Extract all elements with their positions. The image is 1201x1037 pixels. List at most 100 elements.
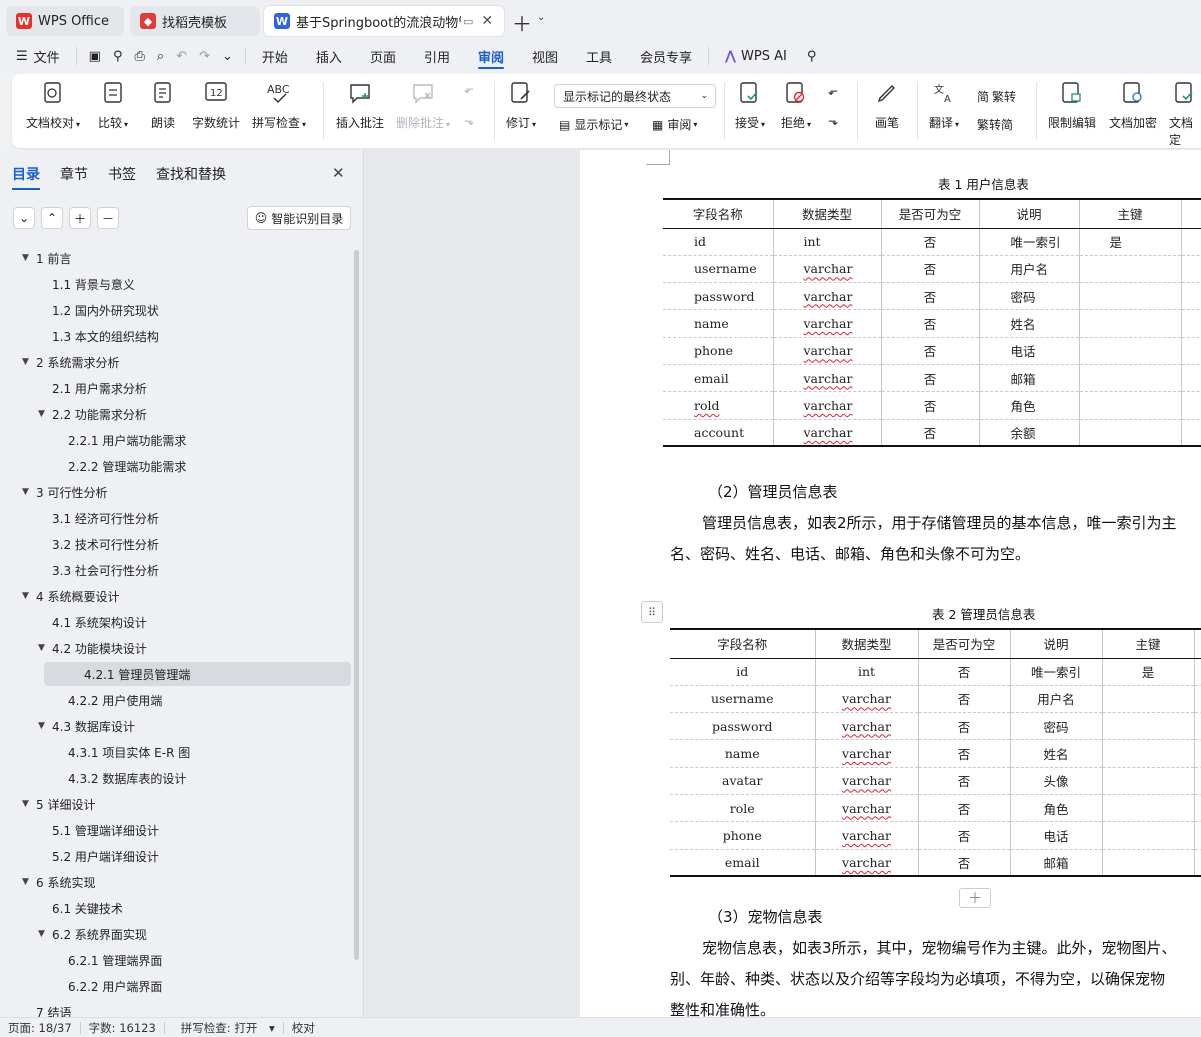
next-comment-icon[interactable]: ⬎ <box>464 114 474 128</box>
undo-icon[interactable]: ↶ <box>170 40 193 72</box>
proofread-indicator[interactable]: 校对 <box>284 1020 323 1036</box>
table-cell[interactable]: int <box>772 228 881 256</box>
expand-up-icon[interactable]: ⌃ <box>41 207 63 229</box>
toc-item[interactable]: ▼ 5 详细设计 <box>0 792 350 816</box>
table-cell[interactable]: password <box>670 712 815 741</box>
to-traditional-button[interactable]: 简 繁转 <box>977 88 1016 105</box>
table-cell[interactable]: 否 <box>880 364 979 393</box>
toc-item[interactable]: ▼ 2 系统需求分析 <box>0 350 350 374</box>
restrict-edit-button[interactable]: 限制编辑 <box>1048 80 1096 131</box>
table-cell[interactable]: 否 <box>917 849 1010 878</box>
insert-comment-button[interactable]: 插入批注 <box>336 80 384 131</box>
menu-review[interactable]: 审阅 <box>468 40 514 72</box>
spell-check-indicator[interactable]: 拼写检查: 打开 ▾ <box>165 1020 283 1036</box>
menu-view[interactable]: 视图 <box>522 40 568 72</box>
table-cell-empty[interactable] <box>1193 821 1201 850</box>
table-cell[interactable]: email <box>670 849 815 878</box>
more-chevron-icon[interactable]: ⌄ <box>216 40 239 72</box>
file-menu[interactable]: ☰ 文件 <box>0 40 70 72</box>
toc-item[interactable]: 5.1 管理端详细设计 <box>0 818 350 842</box>
wps-ai-button[interactable]: ⋀ WPS AI <box>715 40 797 72</box>
word-count-indicator[interactable]: 字数: 16123 <box>81 1020 164 1036</box>
toc-item[interactable]: 4.2.2 用户使用端 <box>0 688 350 712</box>
expand-triangle-icon[interactable]: ▼ <box>22 591 36 601</box>
toc-item[interactable]: 1.2 国内外研究现状 <box>0 298 350 322</box>
table-cell[interactable]: 电话 <box>1009 821 1102 850</box>
expand-triangle-icon[interactable]: ▼ <box>22 357 36 367</box>
encrypt-button[interactable]: 文档加密 <box>1109 80 1157 131</box>
table-cell[interactable]: 否 <box>917 685 1010 714</box>
table-cell[interactable]: varchar <box>772 255 881 284</box>
display-mode-select[interactable]: 显示标记的最终状态 ⌄ <box>554 84 716 108</box>
translate-button[interactable]: 文A 翻译 ▾ <box>929 80 959 131</box>
table-cell[interactable]: id <box>670 658 815 686</box>
toc-item[interactable]: 3.3 社会可行性分析 <box>0 558 350 582</box>
doc-check-button[interactable]: 文档校对 ▾ <box>26 80 80 131</box>
table-cell[interactable]: 头像 <box>1009 767 1102 795</box>
table-cell[interactable]: 密码 <box>1009 712 1102 741</box>
next-change-icon[interactable]: ⬎ <box>828 114 838 128</box>
tab-find-replace[interactable]: 查找和替换 <box>156 164 226 184</box>
new-tab-button[interactable]: ＋ <box>512 8 532 37</box>
add-row-button[interactable]: ＋ <box>959 888 991 908</box>
toc-item[interactable]: 2.2.1 用户端功能需求 <box>0 428 350 452</box>
table-cell[interactable] <box>1101 739 1194 768</box>
toc-item[interactable]: 6.1 关键技术 <box>0 896 350 920</box>
table-cell-empty[interactable] <box>1180 419 1201 448</box>
table-cell[interactable]: 邮箱 <box>978 364 1079 393</box>
table-cell[interactable] <box>1078 364 1181 393</box>
table-cell[interactable] <box>1101 849 1194 878</box>
toc-item[interactable]: 4.3.2 数据库表的设计 <box>0 766 350 790</box>
share-icon[interactable]: ⚲ <box>107 40 129 72</box>
table-cell[interactable]: 密码 <box>978 282 1079 311</box>
table-cell[interactable]: 否 <box>917 658 1010 686</box>
expand-triangle-icon[interactable]: ▼ <box>38 643 52 653</box>
compare-button[interactable]: 比较 ▾ <box>98 80 128 131</box>
spell-check-button[interactable]: ABC 拼写检查 ▾ <box>252 80 306 131</box>
revise-button[interactable]: 修订 ▾ <box>506 80 536 131</box>
table-cell[interactable]: 否 <box>917 712 1010 741</box>
toc-item[interactable]: ▼ 6 系统实现 <box>0 870 350 894</box>
delete-comment-button[interactable]: 删除批注 ▾ <box>396 80 450 131</box>
table-cell-empty[interactable] <box>1193 794 1201 823</box>
table-cell[interactable]: 唯一索引 <box>978 228 1079 256</box>
table-cell-empty[interactable] <box>1180 337 1201 365</box>
expand-triangle-icon[interactable]: ▼ <box>22 877 36 887</box>
table-cell[interactable]: 邮箱 <box>1009 849 1102 878</box>
expand-triangle-icon[interactable]: ▼ <box>38 409 52 419</box>
toc-item[interactable]: ▼ 3 可行性分析 <box>0 480 350 504</box>
user-info-table[interactable]: 字段名称 数据类型 是否可为空 说明 主键 id int 否 唯一索引 是 username var… <box>663 198 1201 448</box>
menu-start[interactable]: 开始 <box>252 40 298 72</box>
toc-item[interactable]: ▼ 4 系统概要设计 <box>0 584 350 608</box>
table-cell[interactable] <box>1078 309 1181 338</box>
prev-comment-icon[interactable]: ⬐ <box>464 82 474 96</box>
pen-button[interactable]: 画笔 <box>874 80 900 131</box>
save-icon[interactable]: ▣ <box>83 40 107 72</box>
table-cell[interactable]: varchar <box>772 419 881 448</box>
table-handle-icon[interactable]: ⠿ <box>641 601 663 623</box>
toc-item[interactable]: 4.1 系统架构设计 <box>0 610 350 634</box>
table-cell[interactable]: rold <box>663 391 773 420</box>
tab-list-chevron-icon[interactable]: ⌄ <box>537 12 545 23</box>
table-cell-empty[interactable] <box>1180 282 1201 311</box>
table-cell[interactable] <box>1078 419 1181 448</box>
table-cell[interactable]: name <box>670 739 815 768</box>
remove-heading-icon[interactable]: － <box>97 207 119 229</box>
table-cell[interactable]: 否 <box>917 767 1010 795</box>
table-cell[interactable]: username <box>670 685 815 714</box>
toc-item[interactable]: 6.2.2 用户端界面 <box>0 974 350 998</box>
toc-item[interactable]: ▼ 1 前言 <box>0 246 350 270</box>
toc-scrollbar[interactable] <box>354 250 359 960</box>
page-indicator[interactable]: 页面: 18/37 <box>0 1020 80 1036</box>
print-preview-icon[interactable]: ⌕ <box>151 40 170 72</box>
table-cell-empty[interactable] <box>1193 685 1201 714</box>
collapse-all-icon[interactable]: ⌄ <box>13 207 35 229</box>
search-icon[interactable]: ⚲ <box>797 40 827 72</box>
table-cell[interactable]: 否 <box>880 419 979 448</box>
tab-toc[interactable]: 目录 <box>12 164 40 190</box>
table-cell[interactable]: varchar <box>772 282 881 311</box>
toc-item[interactable]: ▼ 4.2 功能模块设计 <box>0 636 350 660</box>
toc-item[interactable]: 2.1 用户需求分析 <box>0 376 350 400</box>
table-cell[interactable]: 否 <box>880 282 979 311</box>
word-count-button[interactable]: 12 字数统计 <box>192 80 240 131</box>
